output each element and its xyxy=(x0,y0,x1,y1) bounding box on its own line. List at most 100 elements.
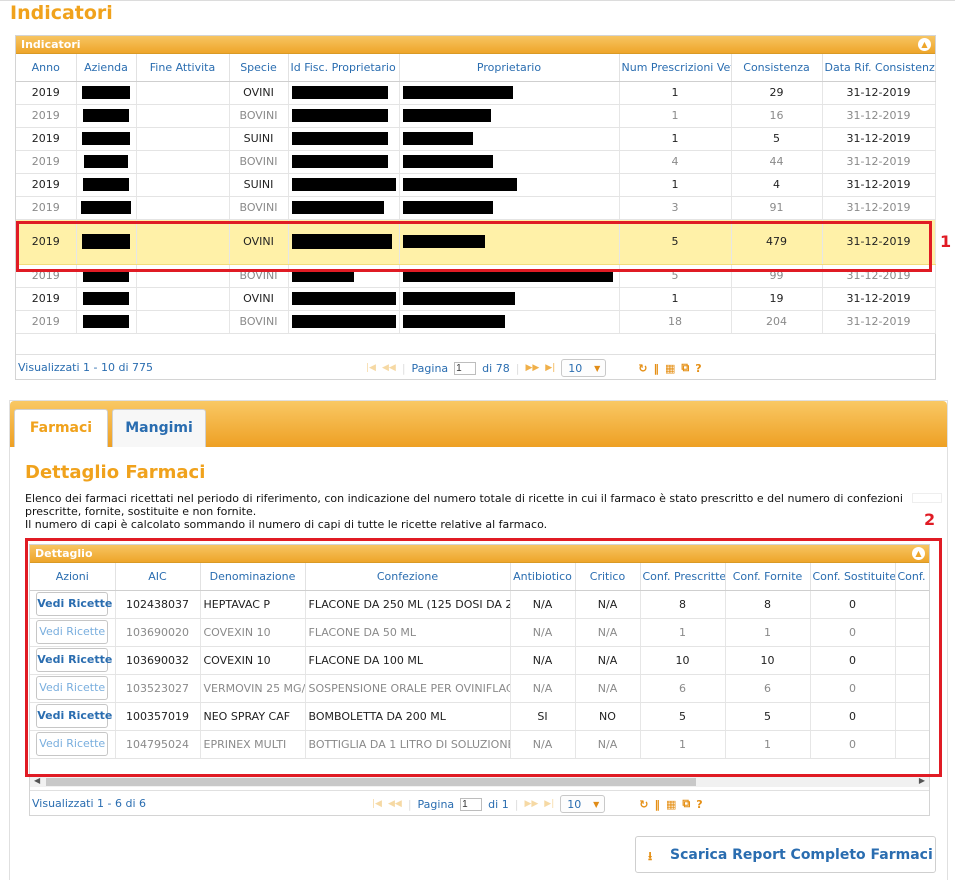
download-report-label: Scarica Report Completo Farmaci xyxy=(670,847,933,863)
help-icon[interactable]: ? xyxy=(696,798,702,811)
cell-data-rif: 31-12-2019 xyxy=(822,104,936,128)
cell-fine-attivita xyxy=(136,104,230,128)
table-row[interactable]: 2019 BOVINI 18 204 31-12-2019 xyxy=(16,310,936,334)
download-report-button[interactable]: ⭳ Scarica Report Completo Farmaci xyxy=(635,836,936,873)
download-icon: ⭳ xyxy=(648,849,653,863)
redacted-block xyxy=(82,132,130,146)
table-row[interactable]: 2019 BOVINI 3 91 31-12-2019 xyxy=(16,196,936,220)
pager-of-label: di 1 xyxy=(488,797,509,811)
cell-azienda xyxy=(76,81,137,105)
cell-consistenza: 204 xyxy=(731,310,823,334)
col-header-azienda[interactable]: Azienda xyxy=(76,54,137,82)
page-size-select[interactable]: 10 ▼ xyxy=(560,795,606,813)
page-size-select[interactable]: 10 ▼ xyxy=(561,359,607,377)
grid-icon[interactable]: ▦ xyxy=(666,798,676,811)
redacted-block xyxy=(402,315,505,329)
description-line: Il numero di capi è calcolato sommando i… xyxy=(25,518,548,531)
prev-page-icon[interactable]: ◀◀ xyxy=(388,799,402,809)
col-header-proprietario[interactable]: Proprietario xyxy=(399,54,620,82)
cell-proprietario xyxy=(399,104,620,128)
cell-specie: OVINI xyxy=(229,287,289,311)
first-page-icon[interactable]: |◀ xyxy=(372,799,382,809)
last-page-icon[interactable]: ▶| xyxy=(545,363,555,373)
col-header-id-fisc[interactable]: Id Fisc. Proprietario xyxy=(288,54,400,82)
table-row[interactable]: 2019 BOVINI 4 44 31-12-2019 xyxy=(16,150,936,174)
cell-proprietario xyxy=(399,196,620,220)
cell-consistenza: 5 xyxy=(731,127,823,151)
redacted-block xyxy=(402,86,513,100)
cell-fine-attivita xyxy=(136,173,230,197)
cell-id-fisc xyxy=(288,196,400,220)
tab-farmaci[interactable]: Farmaci xyxy=(14,409,108,447)
cell-consistenza: 91 xyxy=(731,196,823,220)
cell-anno: 2019 xyxy=(16,310,77,334)
cell-data-rif: 31-12-2019 xyxy=(822,310,936,334)
indicatori-header-row: Anno Azienda Fine Attivita Specie Id Fis… xyxy=(16,54,936,82)
cell-proprietario xyxy=(399,287,620,311)
collapse-icon[interactable]: ▲ xyxy=(918,38,931,51)
indicatori-pager: Visualizzati 1 - 10 di 775 |◀ ◀◀ | Pagin… xyxy=(16,354,935,379)
annotation-label-2: 2 xyxy=(924,510,936,529)
page-number-input[interactable] xyxy=(460,797,483,811)
annotation-box-2 xyxy=(25,538,942,777)
table-row[interactable]: 2019 OVINI 1 29 31-12-2019 xyxy=(16,81,936,105)
col-header-data-rif[interactable]: Data Rif. Consistenza xyxy=(822,54,936,82)
redacted-block xyxy=(81,201,131,215)
redacted-block xyxy=(402,178,517,192)
col-header-anno[interactable]: Anno xyxy=(16,54,77,82)
annotation-label-1: 1 xyxy=(940,232,952,251)
redacted-block xyxy=(291,315,396,329)
last-page-icon[interactable]: ▶| xyxy=(544,799,554,809)
table-row[interactable]: 2019 BOVINI 1 16 31-12-2019 xyxy=(16,104,936,128)
cell-specie: OVINI xyxy=(229,81,289,105)
tab-mangimi[interactable]: Mangimi xyxy=(112,409,206,447)
col-header-consistenza[interactable]: Consistenza xyxy=(731,54,823,82)
cell-id-fisc xyxy=(288,173,400,197)
section-title: Dettaglio Farmaci xyxy=(25,462,206,483)
page-number-input[interactable] xyxy=(454,361,477,375)
redacted-block xyxy=(402,292,515,306)
tabs-bar: Farmaci Mangimi xyxy=(10,401,947,447)
description-line: prescritte, fornite, sostituite e non fo… xyxy=(25,505,257,518)
refresh-icon[interactable]: ↻ xyxy=(639,798,648,811)
grid-icon[interactable]: ▦ xyxy=(665,362,675,375)
redacted-block xyxy=(83,178,129,192)
cell-id-fisc xyxy=(288,81,400,105)
columns-icon[interactable]: ‖ xyxy=(654,798,660,811)
cell-proprietario xyxy=(399,81,620,105)
columns-icon[interactable]: ‖ xyxy=(653,362,659,375)
cell-id-fisc xyxy=(288,150,400,174)
table-row[interactable]: 2019 OVINI 1 19 31-12-2019 xyxy=(16,287,936,311)
scroll-left-icon[interactable]: ◀ xyxy=(34,776,40,785)
popout-icon[interactable]: ⧉ xyxy=(682,797,690,811)
cell-data-rif: 31-12-2019 xyxy=(822,287,936,311)
table-row[interactable]: 2019 SUINI 1 5 31-12-2019 xyxy=(16,127,936,151)
cell-num-prescrizioni: 1 xyxy=(619,127,732,151)
scroll-right-icon[interactable]: ▶ xyxy=(919,776,925,785)
first-page-icon[interactable]: |◀ xyxy=(366,363,376,373)
scrollbar-thumb[interactable] xyxy=(46,778,696,786)
cell-anno: 2019 xyxy=(16,196,77,220)
redacted-block xyxy=(402,201,493,215)
prev-page-icon[interactable]: ◀◀ xyxy=(382,363,396,373)
col-header-fine-attivita[interactable]: Fine Attivita xyxy=(136,54,230,82)
cell-specie: BOVINI xyxy=(229,196,289,220)
section-description: Elenco dei farmaci ricettati nel periodo… xyxy=(25,492,905,531)
col-header-specie[interactable]: Specie xyxy=(229,54,289,82)
next-page-icon[interactable]: ▶▶ xyxy=(524,799,538,809)
refresh-icon[interactable]: ↻ xyxy=(638,362,647,375)
popout-icon[interactable]: ⧉ xyxy=(681,361,689,375)
next-page-icon[interactable]: ▶▶ xyxy=(525,363,539,373)
table-row[interactable]: 2019 SUINI 1 4 31-12-2019 xyxy=(16,173,936,197)
pager-count: Visualizzati 1 - 10 di 775 xyxy=(18,361,154,374)
cell-data-rif: 31-12-2019 xyxy=(822,196,936,220)
page-size-value: 10 xyxy=(567,798,582,811)
cell-num-prescrizioni: 1 xyxy=(619,173,732,197)
help-icon[interactable]: ? xyxy=(695,362,701,375)
redacted-block xyxy=(291,201,384,215)
pager-count: Visualizzati 1 - 6 di 6 xyxy=(32,797,147,810)
col-header-num-prescrizioni[interactable]: Num Prescrizioni Vet xyxy=(619,54,732,82)
cell-data-rif: 31-12-2019 xyxy=(822,81,936,105)
cell-consistenza: 44 xyxy=(731,150,823,174)
cell-anno: 2019 xyxy=(16,127,77,151)
